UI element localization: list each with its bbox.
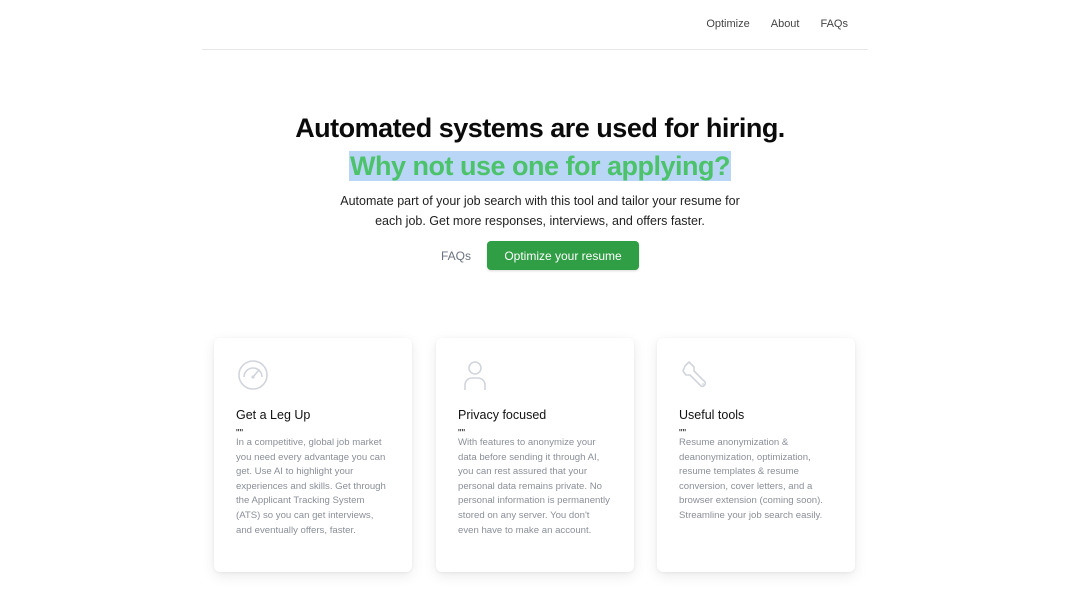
feature-card-privacy: Privacy focused "" With features to anon…	[436, 338, 634, 572]
top-nav: Optimize About FAQs	[202, 0, 868, 50]
feature-quote: ""	[236, 429, 244, 436]
hero-section: Automated systems are used for hiring. W…	[0, 110, 1080, 270]
speedometer-icon	[238, 360, 268, 390]
feature-card-tools: Useful tools "" Resume anonymization & d…	[657, 338, 855, 572]
nav-faqs-link[interactable]: FAQs	[820, 18, 848, 30]
feature-body: With features to anonymize your data bef…	[458, 437, 610, 536]
hero-subtitle: Automate part of your job search with th…	[340, 194, 740, 228]
feature-quote: ""	[458, 429, 466, 436]
hero-title: Automated systems are used for hiring.	[295, 113, 785, 143]
hero-highlight: Why not use one for applying?	[349, 151, 731, 181]
feature-title: Get a Leg Up	[236, 408, 311, 422]
hero-actions: FAQs Optimize your resume	[0, 241, 1080, 270]
nav-optimize-link[interactable]: Optimize	[706, 18, 749, 30]
optimize-resume-button[interactable]: Optimize your resume	[487, 241, 639, 270]
feature-title: Useful tools	[679, 408, 745, 422]
hero-faqs-link[interactable]: FAQs	[441, 249, 471, 263]
nav-about-link[interactable]: About	[771, 18, 800, 30]
feature-quote: ""	[679, 429, 687, 436]
feature-card-leg-up: Get a Leg Up "" In a competitive, global…	[214, 338, 412, 572]
hero-highlight-line: Why not use one for applying?	[0, 148, 1080, 189]
wrench-icon	[682, 361, 707, 388]
feature-title: Privacy focused	[458, 408, 547, 422]
feature-body: In a competitive, global job market you …	[236, 437, 386, 536]
user-icon	[464, 361, 486, 390]
feature-body: Resume anonymization & deanonymization, …	[679, 437, 823, 521]
